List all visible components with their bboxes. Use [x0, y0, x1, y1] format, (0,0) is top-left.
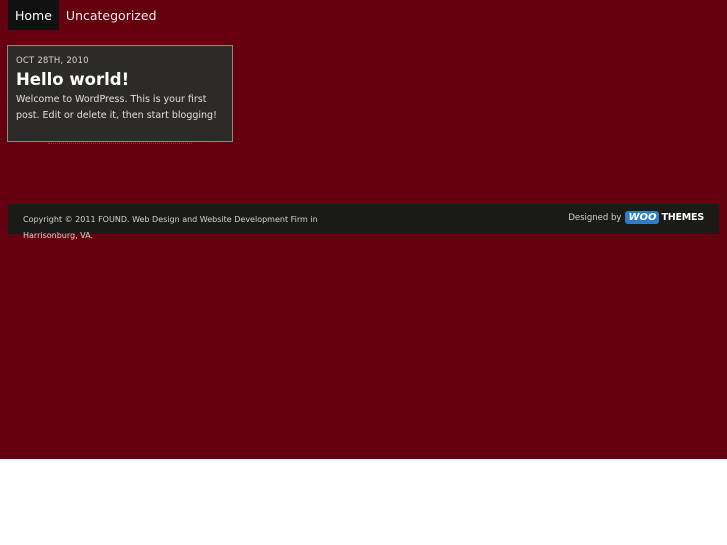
woo-logo-badge: WOO [625, 211, 660, 224]
woothemes-logo-link[interactable]: WOO THEMES [625, 211, 704, 224]
main-nav: Home Uncategorized [8, 0, 164, 30]
nav-item-uncategorized[interactable]: Uncategorized [59, 0, 164, 30]
post-title-link[interactable]: Hello world! [16, 70, 224, 89]
designed-by-label: Designed by [568, 212, 622, 223]
post-card: OCT 28TH, 2010 Hello world! Welcome to W… [7, 45, 233, 144]
footer-credit: Designed by WOO THEMES [568, 211, 704, 224]
footer-copyright: Copyright © 2011 FOUND. Web Design and W… [23, 215, 318, 240]
page-background: Home Uncategorized OCT 28TH, 2010 Hello … [0, 0, 727, 459]
post-excerpt: Welcome to WordPress. This is your first… [16, 94, 217, 121]
post-date: OCT 28TH, 2010 [16, 56, 89, 66]
footer: Copyright © 2011 FOUND. Web Design and W… [8, 204, 719, 240]
woo-logo-text: THEMES [661, 212, 704, 223]
nav-item-home[interactable]: Home [8, 0, 59, 30]
